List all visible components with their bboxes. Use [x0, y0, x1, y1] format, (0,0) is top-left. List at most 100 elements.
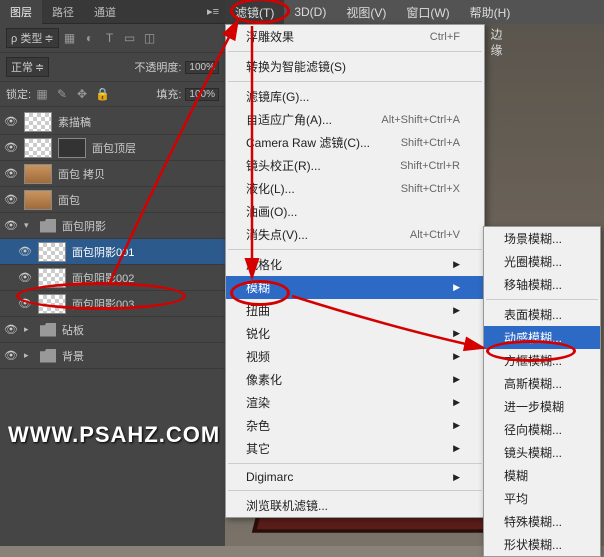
filter-icons: ▦ ◐ T ▭ ◫ — [63, 31, 157, 45]
menu-item[interactable]: 转换为智能滤镜(S) — [226, 55, 484, 78]
filter-type-icon[interactable]: T — [103, 31, 117, 45]
folder-twisty[interactable]: ▸ — [24, 350, 34, 361]
menu-item[interactable]: 自适应广角(A)...Alt+Shift+Ctrl+A — [226, 108, 484, 131]
opacity-value[interactable]: 100% — [185, 61, 219, 74]
layer-thumbnail[interactable] — [24, 190, 52, 210]
visibility-toggle[interactable]: 👁 — [4, 323, 18, 336]
lock-label: 锁定: — [6, 86, 31, 102]
layer-row[interactable]: 👁 面包 拷贝 — [0, 161, 225, 187]
layer-row[interactable]: 👁素描稿 — [0, 109, 225, 135]
tab-layers[interactable]: 图层 — [0, 0, 42, 24]
filter-smart-icon[interactable]: ◫ — [143, 31, 157, 45]
menu-item[interactable]: 光圈模糊... — [484, 250, 600, 273]
layer-thumbnail[interactable] — [38, 294, 66, 314]
menu-item-label: 转换为智能滤镜(S) — [246, 58, 346, 75]
menu-item[interactable]: 进一步模糊 — [484, 395, 600, 418]
menu-item[interactable]: 场景模糊... — [484, 227, 600, 250]
menu-item[interactable]: 表面模糊... — [484, 303, 600, 326]
menu-item[interactable]: 杂色▶ — [226, 414, 484, 437]
folder-twisty[interactable]: ▾ — [24, 220, 34, 231]
layer-row[interactable]: 👁面包顶层 — [0, 135, 225, 161]
menu-item[interactable]: 风格化▶ — [226, 253, 484, 276]
menu-item[interactable]: 油画(O)... — [226, 200, 484, 223]
panel-menu-icon[interactable]: ▸≡ — [201, 5, 225, 18]
tab-channels[interactable]: 通道 — [84, 0, 126, 24]
menu-item-label: Camera Raw 滤镜(C)... — [246, 134, 370, 151]
menu-item[interactable]: 浏览联机滤镜... — [226, 494, 484, 517]
menu-item[interactable]: 其它▶ — [226, 437, 484, 460]
blend-mode-select[interactable]: 正常 ≑ — [6, 57, 49, 77]
layer-row[interactable]: 👁▸背景 — [0, 343, 225, 369]
menu-item[interactable]: 高斯模糊... — [484, 372, 600, 395]
menu-item[interactable]: 渲染▶ — [226, 391, 484, 414]
lock-paint-icon[interactable]: ✎ — [55, 87, 69, 101]
layer-thumbnail[interactable] — [24, 164, 52, 184]
menu-item[interactable]: 滤镜库(G)... — [226, 85, 484, 108]
menu-3d[interactable]: 3D(D) — [284, 1, 336, 23]
menu-item[interactable]: 模糊 — [484, 464, 600, 487]
menu-item[interactable]: 径向模糊... — [484, 418, 600, 441]
visibility-toggle[interactable]: 👁 — [4, 219, 18, 232]
filter-pixel-icon[interactable]: ▦ — [63, 31, 77, 45]
filter-adjust-icon[interactable]: ◐ — [83, 31, 97, 45]
layer-thumbnail[interactable] — [24, 138, 52, 158]
menu-item-label: 消失点(V)... — [246, 226, 308, 243]
menu-item[interactable]: Digimarc▶ — [226, 467, 484, 487]
visibility-toggle[interactable]: 👁 — [4, 141, 18, 154]
menu-item[interactable]: 形状模糊... — [484, 533, 600, 556]
menu-item[interactable]: 镜头校正(R)...Shift+Ctrl+R — [226, 154, 484, 177]
menu-help[interactable]: 帮助(H) — [460, 0, 521, 25]
menu-item[interactable]: Camera Raw 滤镜(C)...Shift+Ctrl+A — [226, 131, 484, 154]
menu-item[interactable]: 视频▶ — [226, 345, 484, 368]
visibility-toggle[interactable]: 👁 — [4, 167, 18, 180]
menu-item[interactable]: 像素化▶ — [226, 368, 484, 391]
visibility-toggle[interactable]: 👁 — [4, 193, 18, 206]
menu-item[interactable]: 平均 — [484, 487, 600, 510]
layer-thumbnail[interactable] — [38, 268, 66, 288]
visibility-toggle[interactable]: 👁 — [18, 271, 32, 284]
lock-all-icon[interactable]: 🔒 — [95, 87, 109, 101]
menu-item[interactable]: 镜头模糊... — [484, 441, 600, 464]
lock-position-icon[interactable]: ✥ — [75, 87, 89, 101]
submenu-arrow-icon: ▶ — [453, 282, 460, 293]
layer-thumbnail[interactable] — [38, 242, 66, 262]
menu-item[interactable]: 模糊▶ — [226, 276, 484, 299]
menu-filter[interactable]: 滤镜(T) — [225, 0, 284, 25]
layer-kind-filter[interactable]: ρ 类型 ≑ — [6, 28, 59, 48]
menu-item[interactable]: 动感模糊... — [484, 326, 600, 349]
menu-item[interactable]: 特殊模糊... — [484, 510, 600, 533]
menu-item[interactable]: 移轴模糊... — [484, 273, 600, 296]
menu-item-label: 场景模糊... — [504, 230, 562, 247]
layer-row[interactable]: 👁面包阴影001 — [0, 239, 225, 265]
menu-item-label: 镜头校正(R)... — [246, 157, 321, 174]
menu-item[interactable]: 锐化▶ — [226, 322, 484, 345]
menu-item[interactable]: 扭曲▶ — [226, 299, 484, 322]
layer-row[interactable]: 👁▾面包阴影 — [0, 213, 225, 239]
menu-item[interactable]: 液化(L)...Shift+Ctrl+X — [226, 177, 484, 200]
menu-item[interactable]: 方框模糊... — [484, 349, 600, 372]
menu-item[interactable]: 浮雕效果Ctrl+F — [226, 25, 484, 48]
layer-row[interactable]: 👁面包 — [0, 187, 225, 213]
folder-icon — [40, 323, 56, 337]
menu-item[interactable]: 消失点(V)...Alt+Ctrl+V — [226, 223, 484, 246]
layer-row[interactable]: 👁▸砧板 — [0, 317, 225, 343]
filter-shape-icon[interactable]: ▭ — [123, 31, 137, 45]
layer-mask-thumbnail[interactable] — [58, 138, 86, 158]
watermark: WWW.PSAHZ.COM — [8, 422, 220, 448]
blur-submenu: 场景模糊... 光圈模糊...移轴模糊... 表面模糊...动感模糊...方框模糊.… — [483, 226, 601, 557]
lock-transparent-icon[interactable]: ▦ — [35, 87, 49, 101]
visibility-toggle[interactable]: 👁 — [4, 115, 18, 128]
menu-item-label: 液化(L)... — [246, 180, 295, 197]
folder-twisty[interactable]: ▸ — [24, 324, 34, 335]
menu-window[interactable]: 窗口(W) — [396, 0, 459, 25]
layer-name-label: 面包 拷贝 — [58, 166, 221, 182]
visibility-toggle[interactable]: 👁 — [4, 349, 18, 362]
fill-value[interactable]: 100% — [185, 88, 219, 101]
visibility-toggle[interactable]: 👁 — [18, 297, 32, 310]
menu-view[interactable]: 视图(V) — [336, 0, 396, 25]
layer-thumbnail[interactable] — [24, 112, 52, 132]
layer-row[interactable]: 👁面包阴影002 — [0, 265, 225, 291]
tab-paths[interactable]: 路径 — [42, 0, 84, 24]
visibility-toggle[interactable]: 👁 — [18, 245, 32, 258]
layer-row[interactable]: 👁面包阴影003 — [0, 291, 225, 317]
